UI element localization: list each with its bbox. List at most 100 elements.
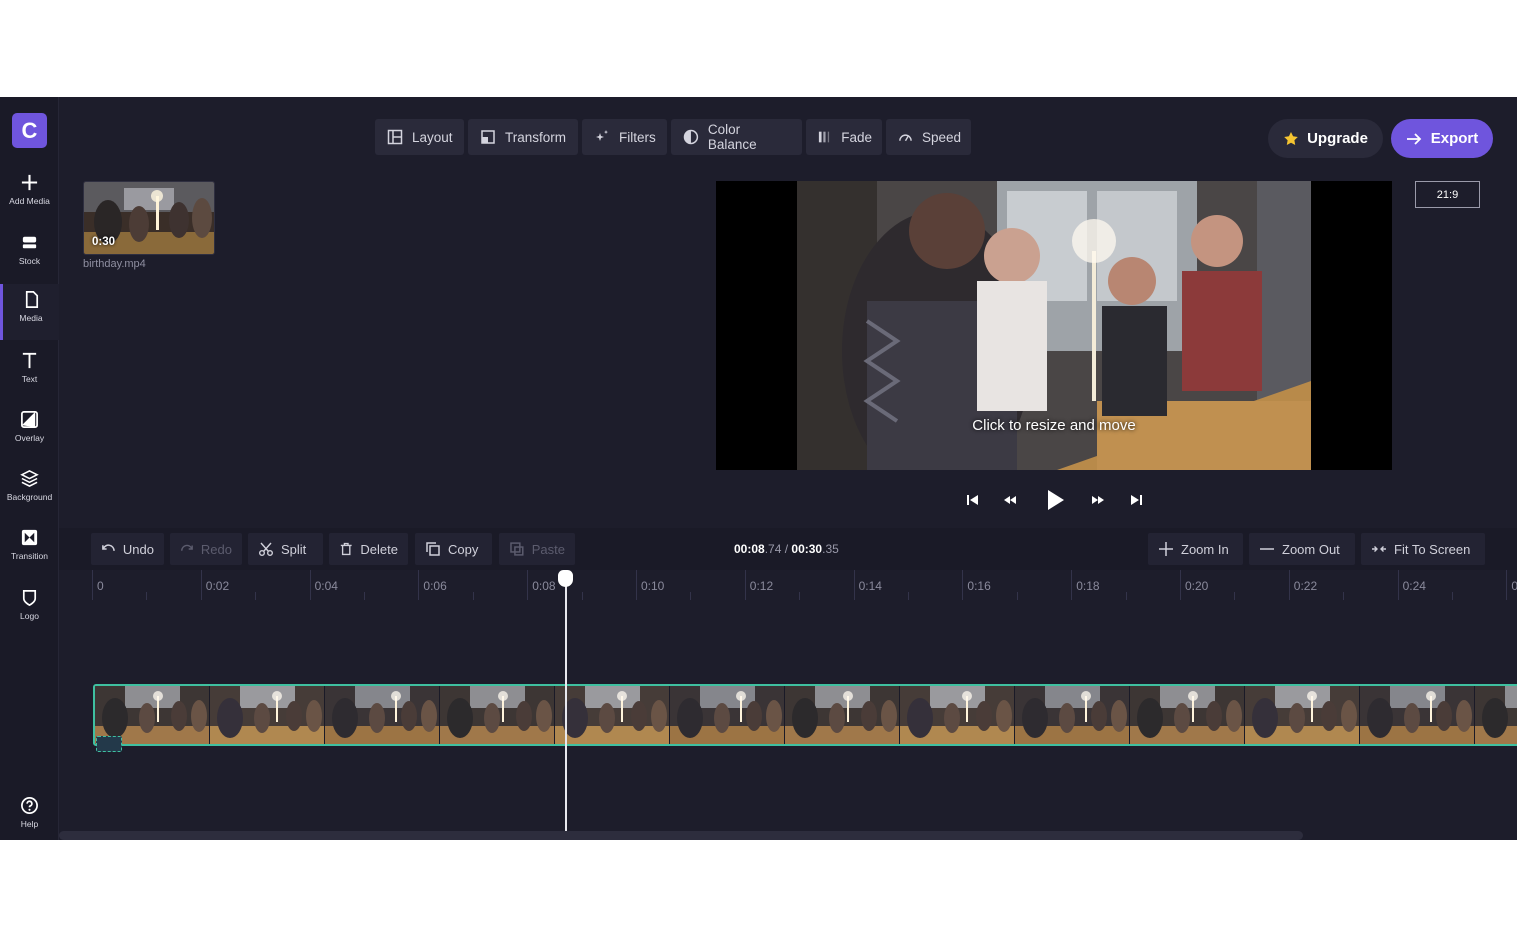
fade-label: Fade — [841, 129, 872, 145]
scissors-icon — [259, 542, 273, 556]
filmstrip-frame — [1360, 686, 1475, 744]
split-button[interactable]: Split — [248, 533, 323, 565]
playhead-line — [565, 577, 567, 840]
transition-icon — [21, 529, 38, 546]
ruler-minor-tick — [799, 592, 801, 600]
filmstrip-frame — [785, 686, 900, 744]
timeline-ruler[interactable]: 0 0:02 0:04 0:06 0:08 0:10 0:12 0:14 0:16 0:18 0:2… — [59, 570, 1517, 600]
sidebar-item-label: Add Media — [9, 196, 50, 206]
media-item-thumbnail[interactable]: 0:30 — [83, 181, 215, 255]
filmstrip-frame — [1015, 686, 1130, 744]
sidebar-item-overlay[interactable]: Overlay — [0, 404, 59, 460]
fast-forward-icon — [1092, 496, 1104, 504]
sidebar-item-media[interactable]: Media — [0, 284, 59, 340]
copy-icon — [426, 542, 440, 556]
minus-icon — [1260, 548, 1274, 550]
audio-drop-zone[interactable] — [96, 736, 122, 752]
media-filename: birthday.mp4 — [83, 258, 146, 270]
sidebar: C Add Media Stock Media Text Overlay Bac… — [0, 97, 59, 840]
media-duration: 0:30 — [92, 236, 116, 248]
color-balance-icon — [683, 129, 699, 145]
timeline-scrollbar[interactable] — [59, 831, 1303, 840]
skip-to-start-button[interactable] — [964, 486, 982, 514]
delete-label: Delete — [360, 541, 398, 557]
ruler-tick — [92, 570, 93, 600]
ruler-minor-tick — [364, 592, 365, 600]
export-label: Export — [1430, 130, 1479, 147]
fit-to-screen-button[interactable]: Fit To Screen — [1361, 533, 1485, 565]
timecode: 00:08.74 / 00:30.35 — [734, 542, 839, 556]
sidebar-item-label: Transition — [10, 551, 48, 561]
ruler-tick-label: 0:04 — [314, 579, 338, 593]
filmstrip-frame — [440, 686, 555, 744]
undo-button[interactable]: Undo — [91, 533, 164, 565]
zoom-out-label: Zoom Out — [1282, 541, 1340, 557]
ruler-tick-label: 0:18 — [1076, 579, 1100, 593]
redo-label: Redo — [200, 541, 232, 557]
ruler-minor-tick — [581, 592, 583, 600]
speed-button[interactable]: Speed — [886, 119, 971, 155]
ruler-tick — [309, 570, 311, 600]
ruler-minor-tick — [255, 592, 257, 600]
sidebar-item-transition[interactable]: Transition — [0, 522, 59, 578]
rewind-icon — [1004, 496, 1016, 504]
zoom-in-button[interactable]: Zoom In — [1148, 533, 1243, 565]
plus-icon — [21, 174, 38, 191]
copy-button[interactable]: Copy — [415, 533, 492, 565]
export-button[interactable]: Export — [1391, 119, 1493, 158]
ruler-tick-label: 0:22 — [1293, 579, 1318, 593]
video-preview[interactable]: Click to resize and move — [716, 181, 1392, 470]
shield-icon — [22, 589, 37, 607]
fast-forward-button[interactable] — [1088, 486, 1108, 514]
color-balance-label: Color Balance — [707, 122, 757, 152]
split-label: Split — [281, 541, 307, 557]
timeline-toolbar: Undo Redo Split Delete Copy Paste 00:08.… — [59, 528, 1517, 570]
undo-label: Undo — [122, 541, 154, 557]
rewind-button[interactable] — [1000, 486, 1020, 514]
sidebar-item-help[interactable]: Help — [0, 790, 59, 840]
skip-to-end-button[interactable] — [1127, 486, 1145, 514]
layout-label: Layout — [412, 129, 453, 145]
zoom-out-button[interactable]: Zoom Out — [1249, 533, 1355, 565]
sidebar-item-stock[interactable]: Stock — [0, 227, 59, 283]
redo-button[interactable]: Redo — [170, 533, 242, 565]
aspect-ratio-button[interactable]: 21:9 — [1415, 181, 1480, 208]
ruler-tick — [1397, 570, 1399, 600]
paste-button[interactable]: Paste — [499, 533, 575, 565]
ruler-tick-label: 0:10 — [641, 579, 665, 593]
filmstrip-frame — [555, 686, 670, 744]
fade-button[interactable]: Fade — [806, 119, 882, 155]
play-button[interactable] — [1042, 486, 1068, 514]
speed-label: Speed — [921, 129, 961, 145]
delete-button[interactable]: Delete — [329, 533, 408, 565]
upgrade-button[interactable]: Upgrade — [1268, 119, 1383, 158]
video-track-clip[interactable] — [93, 684, 1517, 746]
sidebar-item-label: Stock — [18, 256, 41, 266]
paste-label: Paste — [531, 541, 565, 557]
sidebar-item-logo[interactable]: Logo — [0, 582, 59, 638]
color-balance-button[interactable]: Color Balance — [671, 119, 802, 155]
ruler-minor-tick — [1452, 592, 1453, 600]
layers-icon — [20, 470, 39, 487]
layout-button[interactable]: Layout — [375, 119, 464, 155]
filters-button[interactable]: Filters — [582, 119, 667, 155]
ruler-tick-label: 0:12 — [749, 579, 774, 593]
redo-icon — [181, 544, 193, 551]
playhead-handle[interactable] — [558, 570, 573, 587]
transform-label: Transform — [505, 129, 567, 145]
filmstrip-frame — [1475, 686, 1517, 744]
current-time: 00:08 — [734, 542, 765, 556]
sidebar-item-add-media[interactable]: Add Media — [0, 167, 59, 223]
help-icon — [21, 797, 38, 814]
ruler-tick — [962, 570, 964, 600]
ruler-minor-tick — [146, 592, 148, 600]
star-icon — [1284, 131, 1298, 145]
sidebar-item-background[interactable]: Background — [0, 463, 59, 519]
speedometer-icon — [899, 134, 912, 142]
ruler-tick — [200, 570, 202, 600]
filmstrip-frame — [325, 686, 440, 744]
sidebar-item-text[interactable]: Text — [0, 345, 59, 401]
app-logo[interactable]: C — [12, 113, 47, 148]
ruler-minor-tick — [690, 592, 692, 600]
transform-button[interactable]: Transform — [468, 119, 578, 155]
